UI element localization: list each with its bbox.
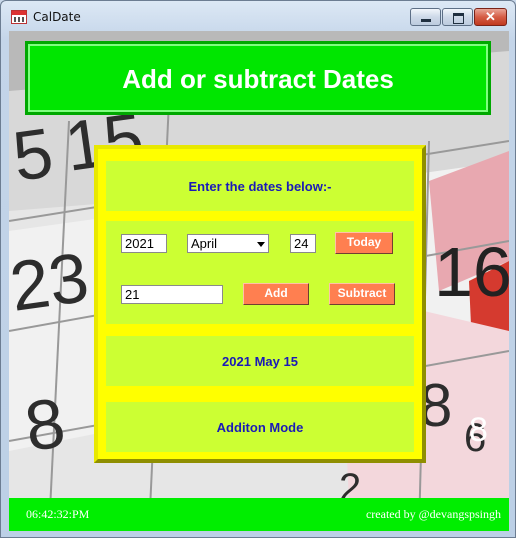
status-bar: 06:42:32:PM created by @devangspsingh — [9, 498, 509, 531]
today-button[interactable]: Today — [335, 232, 393, 254]
calculator-panel: Enter the dates below:- 2021 April 24 To… — [94, 145, 426, 463]
client-area: 5 15 23 8 16 8 6 2 8 Add or subtract Dat… — [9, 31, 509, 531]
mode-section: Additon Mode — [106, 402, 414, 452]
add-button[interactable]: Add — [243, 283, 309, 305]
prompt-label: Enter the dates below:- — [188, 179, 332, 194]
title-bar[interactable]: CalDate ✕ — [1, 1, 515, 31]
result-section: 2021 May 15 — [106, 336, 414, 386]
chevron-down-icon — [257, 242, 265, 247]
mode-label: Additon Mode — [216, 420, 304, 435]
maximize-icon — [453, 13, 464, 24]
minimize-icon — [421, 19, 431, 22]
month-select-value: April — [191, 236, 218, 251]
year-input[interactable]: 2021 — [121, 234, 167, 253]
bg-number: 16 — [434, 233, 509, 311]
credit-label: created by @devangspsingh — [365, 507, 501, 521]
close-icon: ✕ — [485, 9, 496, 24]
app-window: CalDate ✕ 5 15 23 8 16 8 6 2 8 Add or su… — [0, 0, 516, 538]
subtract-button[interactable]: Subtract — [329, 283, 395, 305]
header-panel: Add or subtract Dates — [25, 41, 491, 115]
maximize-button[interactable] — [442, 8, 473, 26]
month-select[interactable]: April — [187, 234, 269, 253]
page-title: Add or subtract Dates — [122, 64, 394, 94]
day-input[interactable]: 24 — [290, 234, 316, 253]
bg-number: 8 — [469, 411, 488, 449]
bg-number: 23 — [9, 238, 93, 326]
input-section: 2021 April 24 Today 21 Add Subtract — [106, 221, 414, 324]
calendar-app-icon — [11, 10, 27, 24]
prompt-section: Enter the dates below:- — [106, 161, 414, 211]
result-label: 2021 May 15 — [222, 354, 298, 369]
window-title: CalDate — [33, 10, 81, 24]
minimize-button[interactable] — [410, 8, 441, 26]
close-button[interactable]: ✕ — [474, 8, 507, 26]
days-amount-input[interactable]: 21 — [121, 285, 223, 304]
clock-label: 06:42:32:PM — [26, 507, 90, 521]
